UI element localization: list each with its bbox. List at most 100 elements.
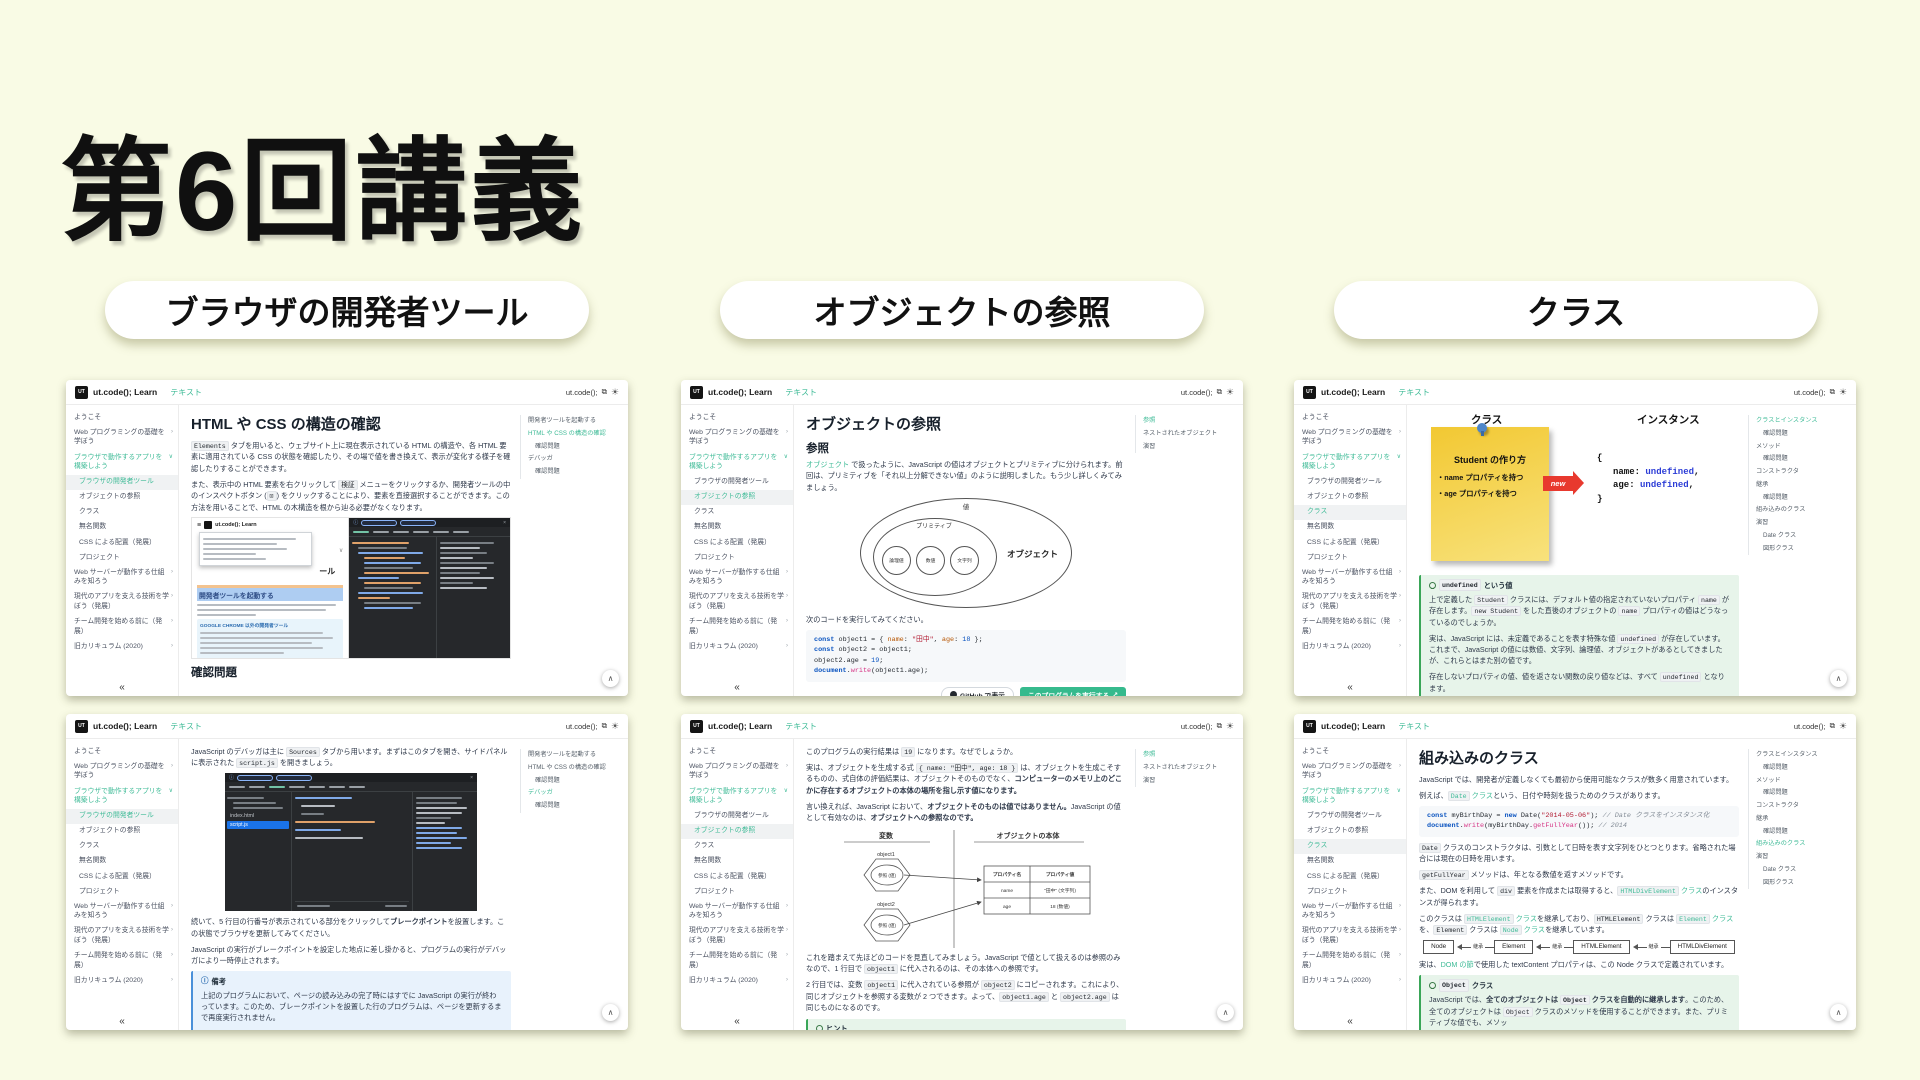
sidebar-item[interactable]: 現代のアプリを支える技術を学ぼう（発展）› [66,924,178,949]
toc-item[interactable]: 確認問題 [1756,762,1852,775]
toc-item[interactable]: 参照 [1143,749,1239,762]
theme-toggle-icon[interactable]: ☀ [611,387,619,398]
sidebar-item[interactable]: チーム開発を始める前に（発展）› [681,949,793,974]
sidebar-item[interactable]: ブラウザの開発者ツール [66,475,178,490]
toc-item[interactable]: 確認問題 [1756,491,1852,504]
sidebar-item[interactable]: クラス [66,505,178,520]
sidebar-item[interactable]: クラス [66,839,178,854]
sidebar-item[interactable]: CSS による配置（発展） [681,869,793,884]
toc-item[interactable]: コンストラクタ [1756,800,1852,813]
toc-item[interactable]: 図形クラス [1756,542,1852,555]
sidebar-collapse-button[interactable]: « [119,1016,125,1027]
external-site-link[interactable]: ut.code(); [566,722,598,731]
sidebar-item[interactable]: ブラウザの開発者ツール [681,475,793,490]
sidebar-item[interactable]: 現代のアプリを支える技術を学ぼう（発展）› [1294,924,1406,949]
external-site-link[interactable]: ut.code(); [1181,722,1213,731]
toc-item[interactable]: 確認問題 [528,800,624,813]
sidebar-item[interactable]: 無名関数 [681,854,793,869]
toc-item[interactable]: ネストされたオブジェクト [1143,428,1239,441]
sidebar-item[interactable]: ブラウザの開発者ツール [1294,809,1406,824]
sidebar-item[interactable]: CSS による配置（発展） [681,535,793,550]
toc-item[interactable]: 演習 [1143,440,1239,453]
sidebar-collapse-button[interactable]: « [1347,682,1353,693]
scroll-top-button[interactable]: ∧ [1830,1004,1847,1021]
file-item[interactable]: index.html [227,812,289,820]
sidebar-item[interactable]: Web サーバーが動作する仕組みを知ろう› [1294,565,1406,590]
sidebar-item[interactable]: チーム開発を始める前に（発展）› [1294,949,1406,974]
sidebar-item[interactable]: クラス [681,839,793,854]
sidebar-item[interactable]: 旧カリキュラム (2020)› [66,974,178,989]
sidebar-item[interactable]: Web プログラミングの基礎を学ぼう› [681,425,793,450]
sidebar-item[interactable]: プロジェクト [681,884,793,899]
sidebar-item[interactable]: チーム開発を始める前に（発展）› [66,949,178,974]
sidebar-collapse-button[interactable]: « [119,682,125,693]
sidebar-item[interactable]: プロジェクト [1294,550,1406,565]
sidebar-item[interactable]: オブジェクトの参照 [66,824,178,839]
theme-toggle-icon[interactable]: ☀ [1226,721,1234,732]
sidebar-item[interactable]: CSS による配置（発展） [66,535,178,550]
toc-item[interactable]: Date クラス [1756,530,1852,543]
sidebar-item[interactable]: Web プログラミングの基礎を学ぼう› [1294,425,1406,450]
github-button[interactable]: GitHub で表示 [941,687,1014,696]
sidebar-item[interactable]: オブジェクトの参照 [1294,824,1406,839]
sidebar-item[interactable]: ようこそ [66,744,178,759]
toc-item[interactable]: Date クラス [1756,864,1852,877]
run-program-button[interactable]: このプログラムを実行する↗ [1020,687,1126,696]
toc-item[interactable]: 図形クラス [1756,876,1852,889]
sidebar-item[interactable]: ブラウザで動作するアプリを構築しよう∨ [66,784,178,809]
nav-tab-text[interactable]: テキスト [170,721,202,732]
toc-item[interactable]: 参照 [1143,415,1239,428]
sidebar-collapse-button[interactable]: « [734,1016,740,1027]
sidebar-item[interactable]: 無名関数 [1294,520,1406,535]
sidebar-item[interactable]: オブジェクトの参照 [1294,490,1406,505]
sidebar-item[interactable]: 現代のアプリを支える技術を学ぼう（発展）› [681,924,793,949]
sidebar-item[interactable]: 旧カリキュラム (2020)› [681,640,793,655]
sidebar-item[interactable]: オブジェクトの参照 [681,824,793,839]
sidebar-item[interactable]: Web サーバーが動作する仕組みを知ろう› [681,899,793,924]
sidebar-item[interactable]: Web サーバーが動作する仕組みを知ろう› [681,565,793,590]
nav-tab-text[interactable]: テキスト [785,387,817,398]
sidebar-item[interactable]: ブラウザで動作するアプリを構築しよう∨ [66,450,178,475]
theme-toggle-icon[interactable]: ☀ [611,721,619,732]
sidebar-item[interactable]: 旧カリキュラム (2020)› [681,974,793,989]
sidebar-item[interactable]: ブラウザで動作するアプリを構築しよう∨ [681,450,793,475]
external-site-link[interactable]: ut.code(); [566,388,598,397]
theme-toggle-icon[interactable]: ☀ [1226,387,1234,398]
sidebar-item[interactable]: Web サーバーが動作する仕組みを知ろう› [1294,899,1406,924]
toc-item[interactable]: 継承 [1756,813,1852,826]
scroll-top-button[interactable]: ∧ [602,1004,619,1021]
sidebar-item[interactable]: CSS による配置（発展） [1294,535,1406,550]
nav-tab-text[interactable]: テキスト [1398,387,1430,398]
scroll-top-button[interactable]: ∧ [1217,1004,1234,1021]
sidebar-item[interactable]: ブラウザの開発者ツール [66,809,178,824]
sidebar-item[interactable]: クラス [1294,839,1406,854]
sidebar-item[interactable]: チーム開発を始める前に（発展）› [681,615,793,640]
sidebar-item[interactable]: CSS による配置（発展） [1294,869,1406,884]
sidebar-item[interactable]: ブラウザで動作するアプリを構築しよう∨ [1294,784,1406,809]
toc-item[interactable]: HTML や CSS の構造の確認 [528,428,624,441]
sidebar-item[interactable]: 現代のアプリを支える技術を学ぼう（発展）› [1294,590,1406,615]
sidebar-item[interactable]: 旧カリキュラム (2020)› [1294,974,1406,989]
sidebar-item[interactable]: ブラウザで動作するアプリを構築しよう∨ [1294,450,1406,475]
toc-item[interactable]: デバッガ [528,787,624,800]
toc-item[interactable]: 継承 [1756,479,1852,492]
toc-item[interactable]: 演習 [1756,517,1852,530]
sidebar-item[interactable]: オブジェクトの参照 [66,490,178,505]
sidebar-collapse-button[interactable]: « [734,682,740,693]
sidebar-item[interactable]: Web プログラミングの基礎を学ぼう› [1294,759,1406,784]
sidebar-item[interactable]: ようこそ [1294,744,1406,759]
toc-item[interactable]: 確認問題 [528,466,624,479]
toc-item[interactable]: クラスとインスタンス [1756,415,1852,428]
toc-item[interactable]: 演習 [1143,774,1239,787]
sidebar-item[interactable]: ブラウザで動作するアプリを構築しよう∨ [681,784,793,809]
external-site-link[interactable]: ut.code(); [1181,388,1213,397]
sidebar-item[interactable]: 無名関数 [66,520,178,535]
theme-toggle-icon[interactable]: ☀ [1839,387,1847,398]
sidebar-item[interactable]: ブラウザの開発者ツール [681,809,793,824]
external-site-link[interactable]: ut.code(); [1794,388,1826,397]
toc-item[interactable]: 開発者ツールを起動する [528,415,624,428]
toc-item[interactable]: メソッド [1756,440,1852,453]
toc-item[interactable]: HTML や CSS の構造の確認 [528,762,624,775]
scroll-top-button[interactable]: ∧ [602,670,619,687]
toc-item[interactable]: 演習 [1756,851,1852,864]
